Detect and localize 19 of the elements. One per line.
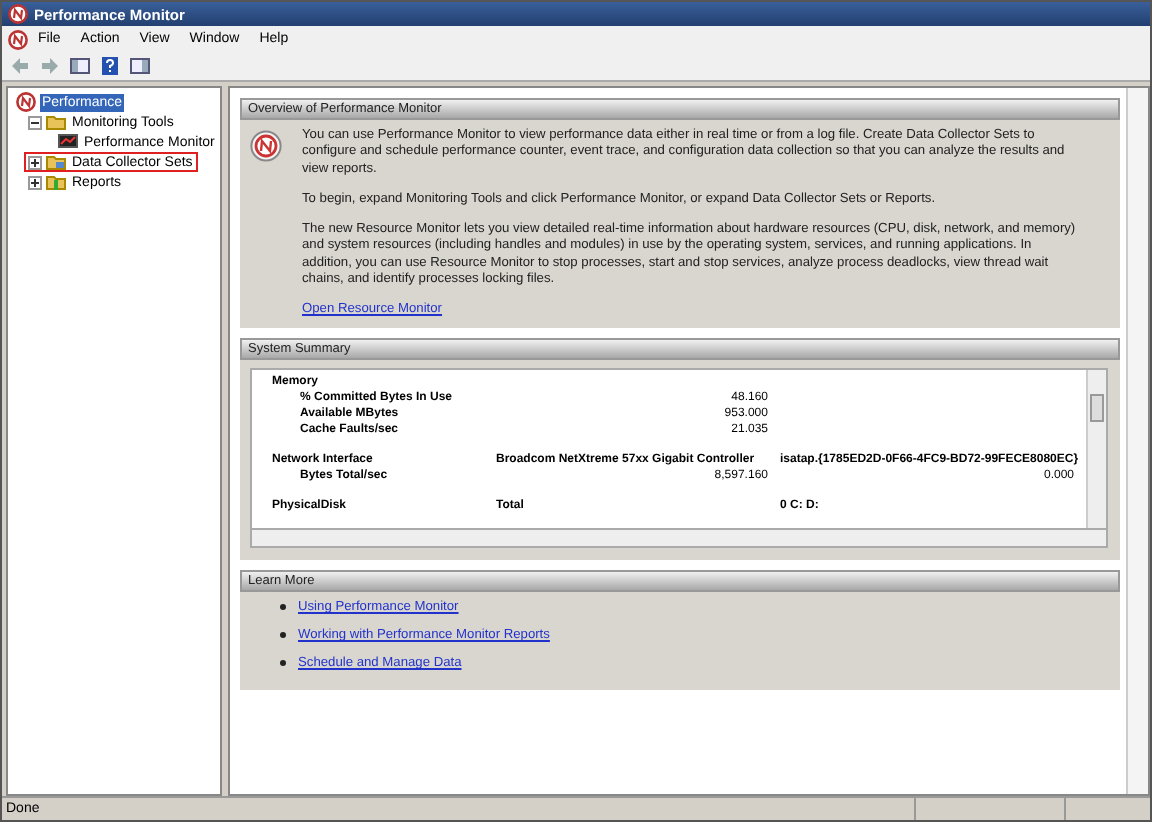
- app-icon: [8, 4, 28, 24]
- folder-icon: [46, 152, 66, 172]
- horizontal-scrollbar[interactable]: [250, 528, 1108, 549]
- chart-icon: [58, 132, 78, 152]
- folder-icon: [46, 172, 66, 192]
- gauge-icon: [250, 130, 282, 162]
- pane-icon[interactable]: [70, 56, 90, 76]
- panel-icon[interactable]: [130, 56, 150, 76]
- collapse-icon[interactable]: [28, 115, 42, 129]
- expand-icon[interactable]: [28, 175, 42, 189]
- app-icon: [8, 29, 28, 49]
- expand-icon[interactable]: [28, 155, 42, 169]
- vertical-scrollbar[interactable]: [1086, 370, 1106, 529]
- bullet-icon: [280, 660, 286, 667]
- bullet-icon: [280, 604, 286, 611]
- vertical-scrollbar[interactable]: [1126, 88, 1148, 794]
- bullet-icon: [280, 632, 286, 639]
- help-icon[interactable]: [100, 56, 120, 76]
- gauge-icon: [16, 92, 36, 112]
